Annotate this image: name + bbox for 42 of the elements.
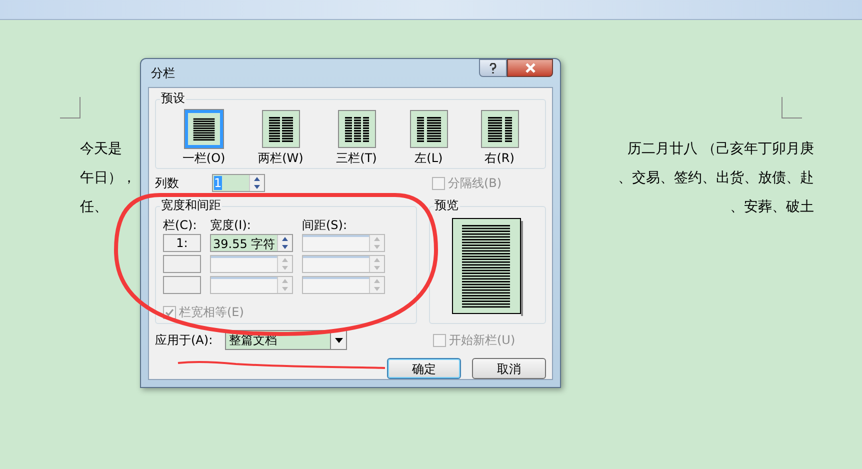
apply-to-label: 应用于(A): <box>155 332 214 349</box>
dialog-title: 分栏 <box>151 65 175 82</box>
column-preset-button[interactable] <box>184 110 223 148</box>
equal-width-label: 栏宽相等(E) <box>179 304 244 321</box>
field-value: 1 <box>214 176 222 190</box>
column-number-cell <box>163 276 201 294</box>
dialog-button[interactable]: 确定 <box>387 358 461 379</box>
column-header: 栏(C): <box>163 217 198 233</box>
spin-field[interactable]: 39.55 字符 <box>210 234 293 252</box>
check-icon <box>165 308 174 316</box>
dialog-button[interactable]: 取消 <box>472 358 546 379</box>
document-text: 、安葬、破土 <box>730 198 814 217</box>
spin-field[interactable] <box>302 234 385 252</box>
document-text: 、交易、签约、出货、放债、赴 <box>618 169 814 188</box>
preset-label: 右(R) <box>484 152 514 164</box>
group-label: 预设 <box>160 91 186 105</box>
preset-label: 一栏(O) <box>182 152 226 164</box>
close-icon <box>524 63 536 73</box>
divider-label: 分隔线(B) <box>448 175 502 192</box>
dropdown-arrow-icon <box>334 338 342 342</box>
column-preset-button[interactable] <box>410 110 448 148</box>
start-new-column-label: 开始新栏(U) <box>449 332 516 349</box>
group-label: 宽度和间距 <box>160 198 222 212</box>
close-button[interactable] <box>507 59 553 77</box>
document-text: 任、 <box>80 198 108 217</box>
document-text: 今天是 <box>80 140 122 159</box>
column-preset-button[interactable] <box>480 110 519 148</box>
help-button[interactable] <box>479 59 507 77</box>
document-text: 历二月廿八 （己亥年丁卯月庚 <box>628 140 814 159</box>
column-header: 间距(S): <box>302 217 348 233</box>
column-header: 宽度(I): <box>210 217 252 233</box>
column-number-cell: 1: <box>163 234 201 252</box>
help-icon <box>489 62 497 74</box>
document-text: 午日）， <box>80 169 136 188</box>
column-preset-button[interactable] <box>338 110 376 148</box>
preset-label: 左(L) <box>414 152 443 164</box>
preset-label: 两栏(W) <box>258 152 304 164</box>
column-preset-button[interactable] <box>262 110 300 148</box>
preset-label: 三栏(T) <box>336 152 377 164</box>
group-label: 预览 <box>434 198 460 212</box>
column-number-cell <box>163 255 201 273</box>
column-count-label: 列数 <box>155 175 180 192</box>
